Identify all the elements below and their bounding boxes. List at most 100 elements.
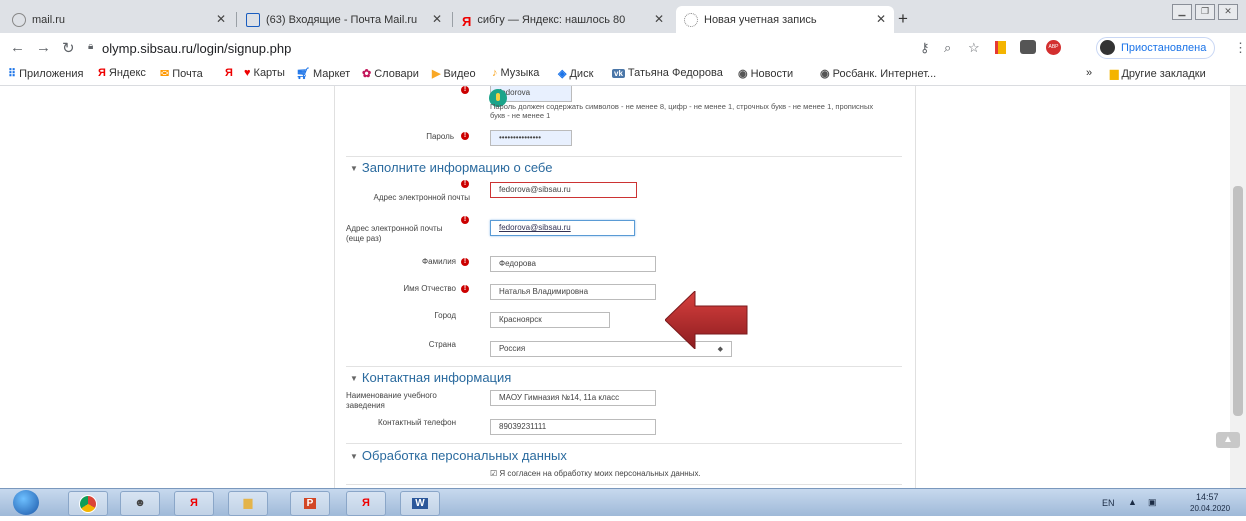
star-icon[interactable]: ☆ — [968, 40, 980, 56]
new-tab-button[interactable]: + — [898, 9, 908, 29]
url-field[interactable]: olymp.sibsau.ru/login/signup.php — [102, 41, 291, 56]
bookmark-apps[interactable]: ⠿ Приложения — [8, 67, 83, 80]
minimize-icon[interactable]: ▁ — [1172, 4, 1192, 20]
bookmark-rosbank[interactable]: ◉ Росбанк. Интернет... — [820, 67, 936, 80]
lastname-input[interactable]: Федорова — [490, 256, 656, 272]
bookmark-maps[interactable]: ♥ Карты — [244, 67, 285, 79]
close-icon[interactable]: ✕ — [432, 12, 442, 26]
folder-icon: ▆ — [1110, 68, 1119, 80]
country-value: Россия — [499, 344, 526, 353]
scroll-to-top-button[interactable]: ▲ — [1216, 432, 1240, 448]
phone-input[interactable]: 89039231111 — [490, 419, 656, 435]
bookmark-yandex-2[interactable]: Я — [225, 67, 236, 79]
language-indicator[interactable]: EN — [1102, 498, 1115, 508]
section-personal-header[interactable]: ▼ Обработка персональных данных — [350, 448, 567, 463]
bookmark-disk[interactable]: ◈ Диск — [558, 67, 593, 80]
mail-icon: ✉ — [160, 68, 170, 80]
divider — [346, 366, 902, 367]
profile-button[interactable]: Приостановлена — [1096, 37, 1216, 59]
clock-date[interactable]: 20.04.2020 — [1190, 504, 1230, 513]
email-label: Адрес электронной почты — [373, 193, 470, 202]
taskbar-app[interactable]: ☻ — [120, 491, 160, 516]
globe-icon: ◉ — [738, 68, 748, 80]
bookmark-other[interactable]: ▆ Другие закладки — [1110, 67, 1206, 80]
market-icon: 🛒︎ — [296, 68, 310, 80]
taskbar-word[interactable]: W — [400, 491, 440, 516]
bookmark-vk[interactable]: vk Татьяна Федорова — [612, 67, 723, 79]
bookmark-extension-icon[interactable] — [995, 41, 1006, 54]
close-icon[interactable]: ✕ — [216, 12, 226, 26]
city-label: Город — [434, 311, 456, 320]
bookmark-news[interactable]: ◉ Новости — [738, 67, 793, 80]
folder-icon: ▆ — [243, 497, 253, 509]
extension-icon[interactable] — [1020, 40, 1036, 54]
tab-bar: mail.ru ✕ (63) Входящие - Почта Mail.ru … — [0, 0, 1246, 33]
bookmark-video[interactable]: ▶ Видео — [432, 67, 476, 80]
avatar — [1100, 40, 1115, 55]
zoom-icon[interactable]: ⌕ — [944, 40, 951, 56]
required-icon: ! — [461, 86, 469, 94]
music-icon: ♪ — [492, 67, 498, 79]
tab-separator — [236, 12, 237, 27]
bookmarks-overflow-button[interactable]: » — [1086, 67, 1092, 79]
section-about-header[interactable]: ▼ Заполните информацию о себе — [350, 160, 552, 175]
apps-icon: ⠿ — [8, 68, 17, 80]
taskbar-powerpoint[interactable]: P — [290, 491, 330, 516]
taskbar-chrome[interactable] — [68, 491, 108, 516]
scrollbar[interactable] — [1230, 86, 1246, 488]
bookmark-market[interactable]: 🛒︎ Маркет — [296, 67, 350, 80]
required-icon: ! — [461, 258, 469, 266]
divider — [346, 484, 902, 485]
back-icon[interactable]: ← — [10, 39, 25, 56]
bookmark-dictionary[interactable]: ✿ Словари — [362, 67, 419, 80]
close-window-icon[interactable]: ✕ — [1218, 4, 1238, 20]
bookmark-music[interactable]: ♪ Музыка — [492, 67, 539, 79]
yandex-icon: Я — [190, 497, 198, 509]
key-icon[interactable]: ⚷ — [920, 40, 930, 56]
taskbar-yandex-2[interactable]: Я — [346, 491, 386, 516]
yandex-icon: Я — [225, 67, 233, 79]
page-content: ! fedorova Пароль должен содержать симво… — [0, 86, 1246, 488]
bookmark-mail[interactable]: ✉ Почта — [160, 67, 203, 80]
firstname-input[interactable]: Наталья Владимировна — [490, 284, 656, 300]
tab-mail-inbox[interactable]: (63) Входящие - Почта Mail.ru ✕ — [238, 6, 450, 33]
email-input[interactable]: fedorova@sibsau.ru — [490, 182, 637, 198]
restore-icon[interactable]: ❐ — [1195, 4, 1215, 20]
system-tray: EN ▲ ▣ 14:57 20.04.2020 — [1086, 489, 1246, 516]
taskbar-explorer[interactable]: ▆ — [228, 491, 268, 516]
email-confirm-input[interactable]: fedorova@sibsau.ru — [490, 220, 635, 236]
tab-separator — [452, 12, 453, 27]
video-icon: ▶ — [432, 68, 441, 80]
tab-signup[interactable]: Новая учетная запись ✕ — [676, 6, 894, 33]
address-bar: ← → ↻ 🔒︎ olymp.sibsau.ru/login/signup.ph… — [0, 33, 1246, 64]
network-icon[interactable]: ▣ — [1148, 497, 1157, 508]
scrollbar-thumb[interactable] — [1233, 186, 1243, 416]
bookmark-yandex[interactable]: Я Яндекс — [98, 67, 146, 79]
app-icon: ☻ — [134, 497, 146, 509]
taskbar-yandex[interactable]: Я — [174, 491, 214, 516]
start-button[interactable] — [4, 489, 52, 516]
loading-icon — [684, 12, 698, 27]
required-icon: ! — [461, 132, 469, 140]
tray-expand-icon[interactable]: ▲ — [1128, 497, 1137, 507]
tab-mailru[interactable]: mail.ru ✕ — [4, 6, 234, 33]
menu-icon[interactable]: ⋮ — [1234, 40, 1246, 56]
lock-icon[interactable]: 🔒︎ — [88, 41, 93, 52]
school-input[interactable]: МАОУ Гимназия №14, 11а класс — [490, 390, 656, 406]
tab-yandex-search[interactable]: Я сибгу — Яндекс: нашлось 80 млн ✕ — [454, 6, 672, 33]
adblock-icon[interactable]: ABP — [1046, 40, 1061, 55]
clock-time[interactable]: 14:57 — [1196, 492, 1219, 502]
firstname-label: Имя Отчество — [403, 284, 456, 293]
close-icon[interactable]: ✕ — [654, 12, 664, 26]
window-controls: ▁ ❐ ✕ — [1172, 4, 1238, 20]
forward-icon[interactable]: → — [36, 39, 51, 56]
vk-icon: vk — [612, 69, 625, 78]
reload-icon[interactable]: ↻ — [62, 39, 75, 57]
close-icon[interactable]: ✕ — [876, 12, 886, 26]
password-input[interactable]: ••••••••••••••• — [490, 130, 572, 146]
consent-checkbox[interactable]: ☑ Я согласен на обработку моих персональ… — [490, 469, 701, 478]
city-input[interactable]: Красноярск — [490, 312, 610, 328]
envelope-icon — [246, 12, 260, 27]
required-icon: ! — [461, 285, 469, 293]
section-contact-header[interactable]: ▼ Контактная информация — [350, 370, 511, 385]
